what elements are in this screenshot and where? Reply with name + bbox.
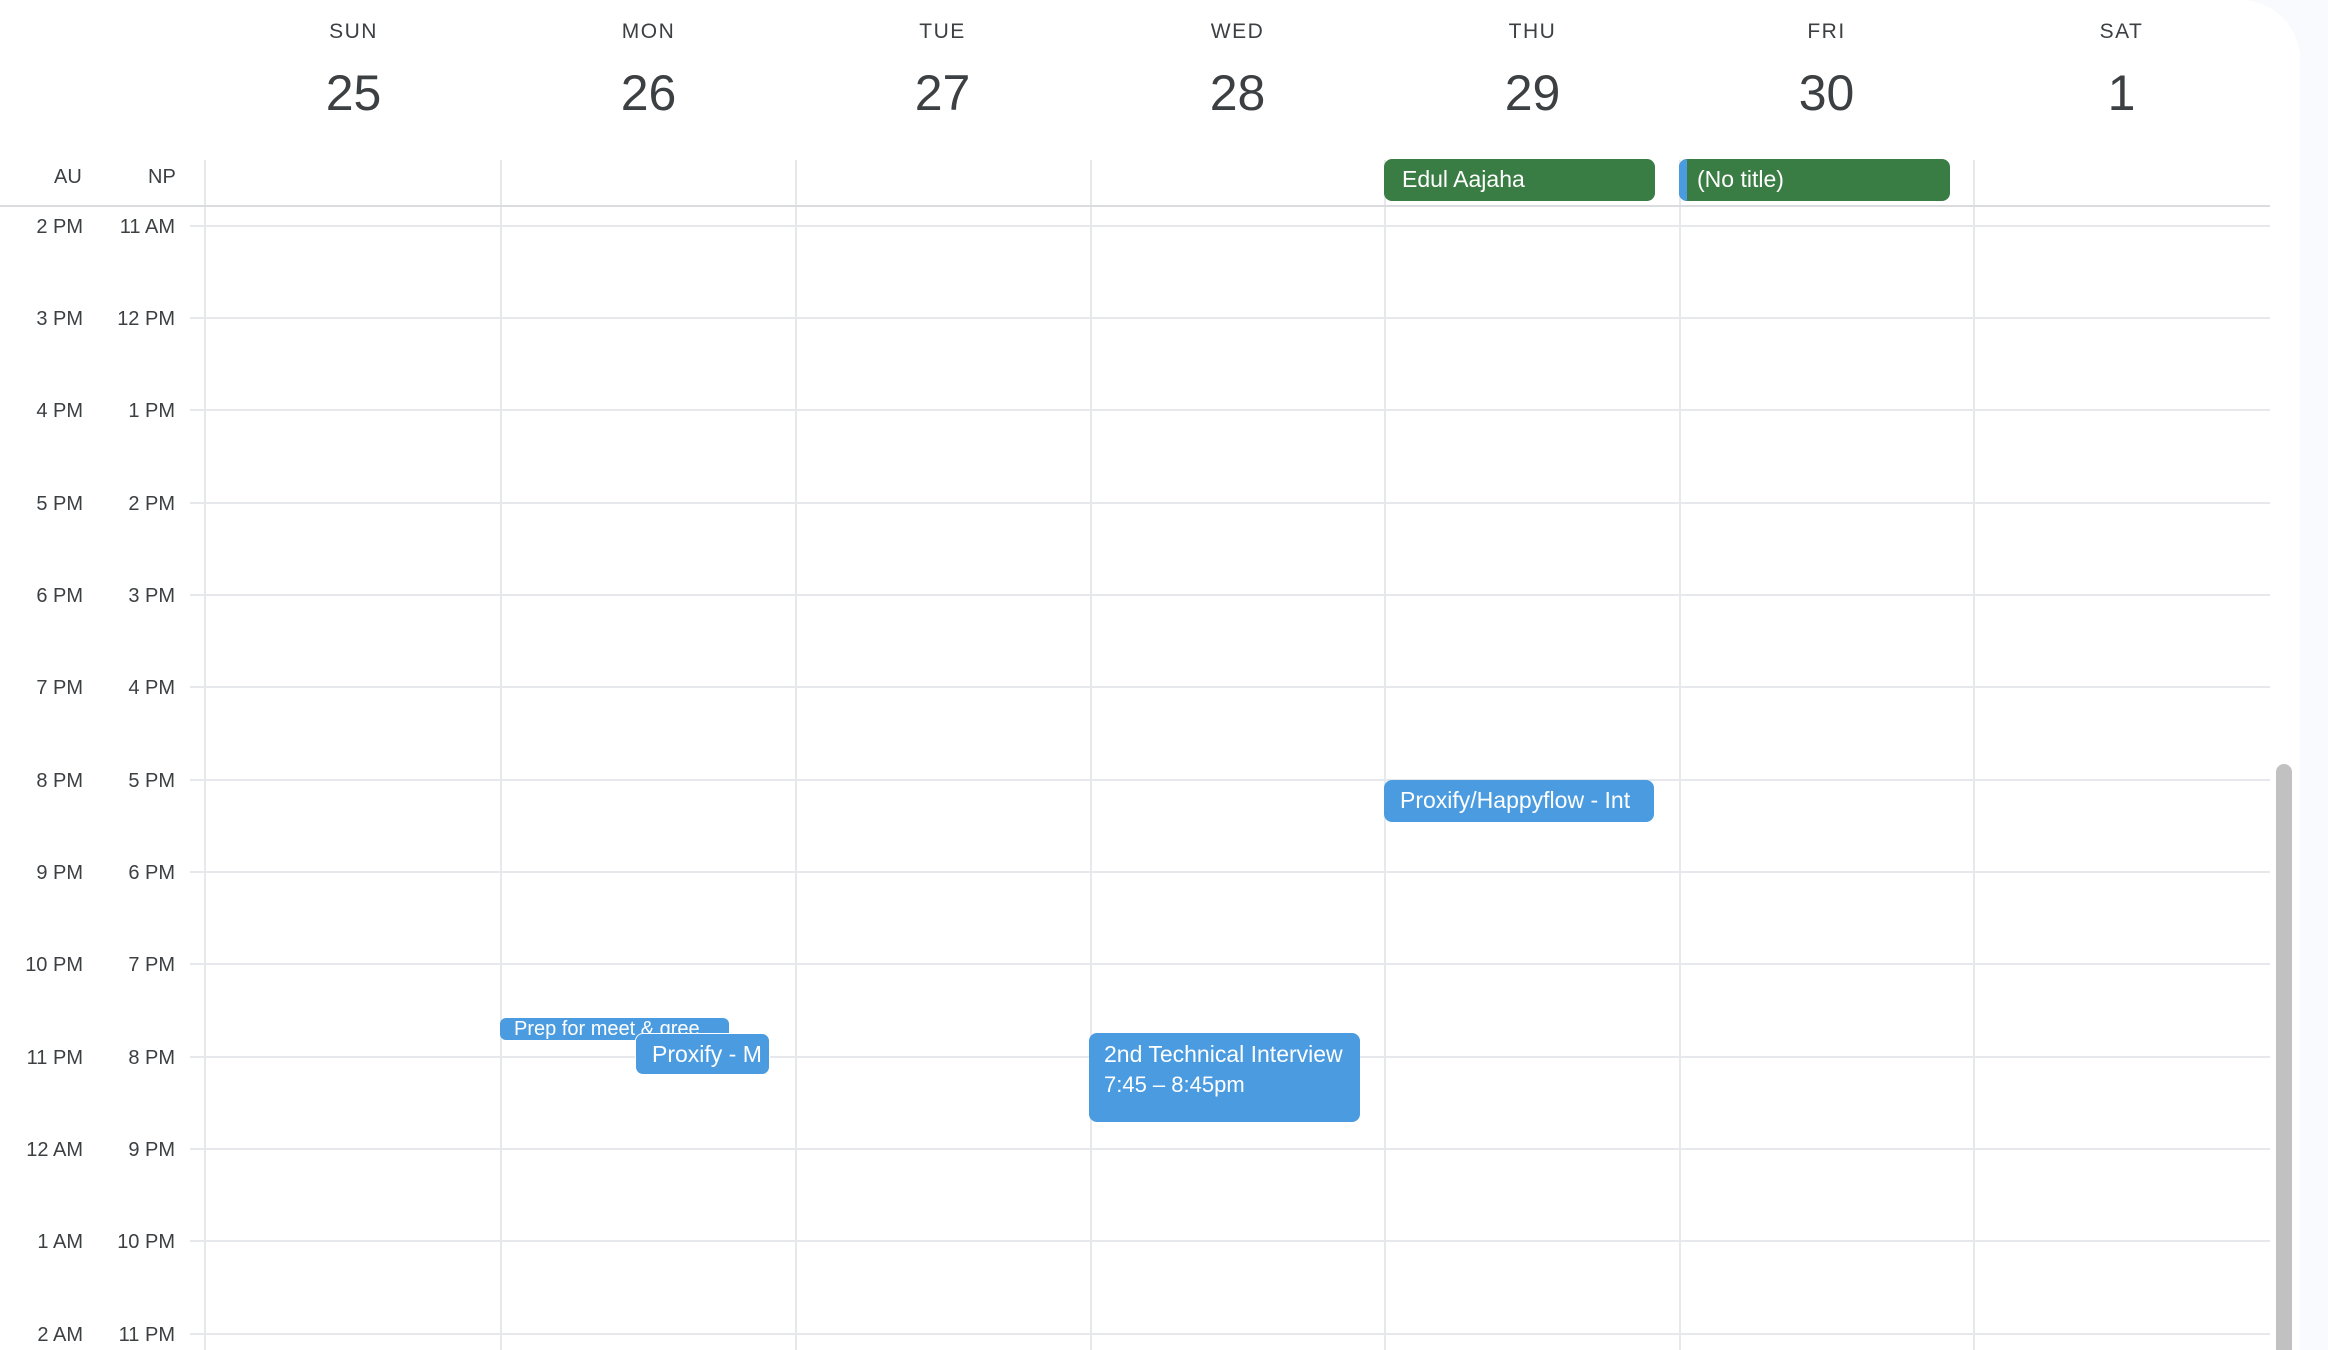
day-number[interactable]: 26 (501, 64, 796, 122)
time-label-au: 6 PM (36, 585, 83, 607)
day-number[interactable]: 29 (1385, 64, 1680, 122)
allday-row-divider (0, 205, 2270, 207)
time-label-np: 5 PM (128, 770, 175, 792)
hour-gridline (190, 1240, 2270, 1242)
calendar-panel: SUN 25 MON 26 TUE 27 WED 28 THU 29 FRI 3… (0, 0, 2300, 1350)
hour-gridline (190, 225, 2270, 227)
day-name: MON (621, 20, 676, 43)
day-name: SUN (329, 20, 378, 43)
time-label-au: 4 PM (36, 400, 83, 422)
time-label-au: 12 AM (26, 1139, 83, 1161)
day-header-thu[interactable]: THU 29 (1385, 0, 1680, 150)
day-column-divider (1384, 160, 1386, 1350)
day-header-fri[interactable]: FRI 30 (1679, 0, 1974, 150)
event-2nd-technical-interview[interactable]: 2nd Technical Interview 7:45 – 8:45pm (1089, 1033, 1360, 1122)
allday-event-no-title[interactable]: (No title) (1679, 159, 1950, 201)
timezone-label-secondary: NP (148, 166, 176, 188)
event-title: Proxify/Happyflow - Int (1400, 787, 1631, 813)
event-time: 7:45 – 8:45pm (1104, 1072, 1245, 1097)
event-title: Proxify - M (652, 1041, 762, 1067)
time-label-np: 11 PM (118, 1324, 175, 1346)
time-label-np: 7 PM (128, 954, 175, 976)
time-label-np: 12 PM (117, 308, 175, 330)
hour-gridline (190, 1333, 2270, 1335)
time-label-np: 9 PM (128, 1139, 175, 1161)
day-column-divider (500, 160, 502, 1350)
day-name: TUE (919, 20, 966, 43)
day-column-divider (1973, 160, 1975, 1350)
hour-gridline (190, 1148, 2270, 1150)
time-label-np: 11 AM (119, 216, 175, 238)
hour-gridline (190, 594, 2270, 596)
time-label-au: 10 PM (25, 954, 83, 976)
day-name: SAT (2099, 20, 2144, 43)
hour-gridline (190, 779, 2270, 781)
event-proxify-happyflow[interactable]: Proxify/Happyflow - Int (1384, 780, 1654, 822)
time-label-np: 2 PM (128, 493, 175, 515)
day-column-divider (795, 160, 797, 1350)
time-label-au: 11 PM (26, 1047, 83, 1069)
hour-gridline (190, 317, 2270, 319)
allday-event-edul-aajaha[interactable]: Edul Aajaha (1384, 159, 1655, 201)
day-header-sat[interactable]: SAT 1 (1974, 0, 2269, 150)
event-color-stripe (1679, 159, 1687, 201)
day-name: WED (1210, 20, 1265, 43)
event-title: (No title) (1697, 166, 1784, 192)
hour-gridline (190, 686, 2270, 688)
time-label-np: 8 PM (128, 1047, 175, 1069)
day-number[interactable]: 25 (206, 64, 501, 122)
day-header-mon[interactable]: MON 26 (501, 0, 796, 150)
time-label-au: 2 AM (37, 1324, 83, 1346)
day-header-sun[interactable]: SUN 25 (206, 0, 501, 150)
time-label-np: 1 PM (128, 400, 175, 422)
hour-gridline (190, 502, 2270, 504)
time-label-au: 7 PM (36, 677, 83, 699)
day-number[interactable]: 28 (1090, 64, 1385, 122)
time-label-au: 8 PM (36, 770, 83, 792)
event-title: 2nd Technical Interview (1104, 1041, 1343, 1067)
day-header-wed[interactable]: WED 28 (1090, 0, 1385, 150)
hour-gridline (190, 871, 2270, 873)
event-title: Edul Aajaha (1402, 166, 1525, 192)
hour-gridline (190, 409, 2270, 411)
time-label-np: 10 PM (117, 1231, 175, 1253)
hour-gridline (190, 963, 2270, 965)
time-label-np: 3 PM (128, 585, 175, 607)
calendar-week-view: SUN 25 MON 26 TUE 27 WED 28 THU 29 FRI 3… (0, 0, 2328, 1350)
day-column-divider (1679, 160, 1681, 1350)
day-name: FRI (1807, 20, 1846, 43)
vertical-scrollbar-thumb[interactable] (2276, 764, 2292, 1350)
timezone-label-primary: AU (54, 166, 82, 188)
day-header-tue[interactable]: TUE 27 (795, 0, 1090, 150)
day-number[interactable]: 27 (795, 64, 1090, 122)
day-column-divider (1090, 160, 1092, 1350)
day-name: THU (1508, 20, 1557, 43)
time-label-np: 6 PM (128, 862, 175, 884)
time-label-au: 1 AM (37, 1231, 83, 1253)
day-column-divider (204, 160, 206, 1350)
day-number[interactable]: 30 (1679, 64, 1974, 122)
time-label-au: 5 PM (36, 493, 83, 515)
time-label-np: 4 PM (128, 677, 175, 699)
time-label-au: 2 PM (36, 216, 83, 238)
time-label-au: 3 PM (36, 308, 83, 330)
day-number[interactable]: 1 (1974, 64, 2269, 122)
time-label-au: 9 PM (36, 862, 83, 884)
event-proxify-m[interactable]: Proxify - M (635, 1033, 770, 1075)
